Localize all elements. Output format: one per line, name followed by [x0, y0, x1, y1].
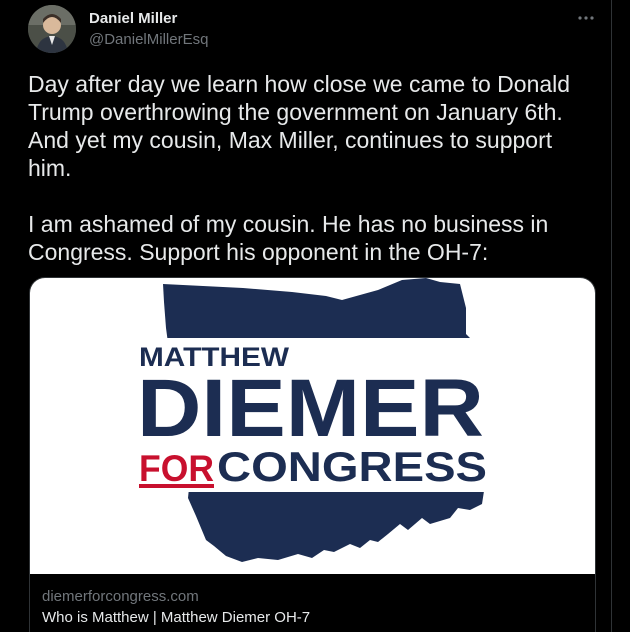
- avatar[interactable]: [28, 5, 76, 53]
- tweet: Daniel Miller @DanielMillerEsq Day after…: [0, 0, 612, 632]
- link-card[interactable]: MATTHEW DIEMER FOR CONGRESS diemerforcon…: [29, 277, 596, 632]
- author-handle[interactable]: @DanielMillerEsq: [89, 31, 208, 48]
- logo-congress: CONGRESS: [217, 443, 487, 490]
- author-name[interactable]: Daniel Miller: [89, 10, 177, 27]
- avatar-photo: [28, 5, 76, 53]
- tweet-text: Day after day we learn how close we came…: [28, 71, 571, 265]
- campaign-logo: MATTHEW DIEMER FOR CONGRESS: [130, 278, 510, 562]
- logo-for: FOR: [139, 448, 214, 489]
- card-domain[interactable]: diemerforcongress.com: [42, 588, 199, 605]
- card-title[interactable]: Who is Matthew | Matthew Diemer OH-7: [42, 609, 310, 626]
- logo-line2: DIEMER: [137, 363, 484, 454]
- card-image[interactable]: MATTHEW DIEMER FOR CONGRESS: [30, 278, 595, 574]
- more-options-icon[interactable]: [574, 6, 598, 30]
